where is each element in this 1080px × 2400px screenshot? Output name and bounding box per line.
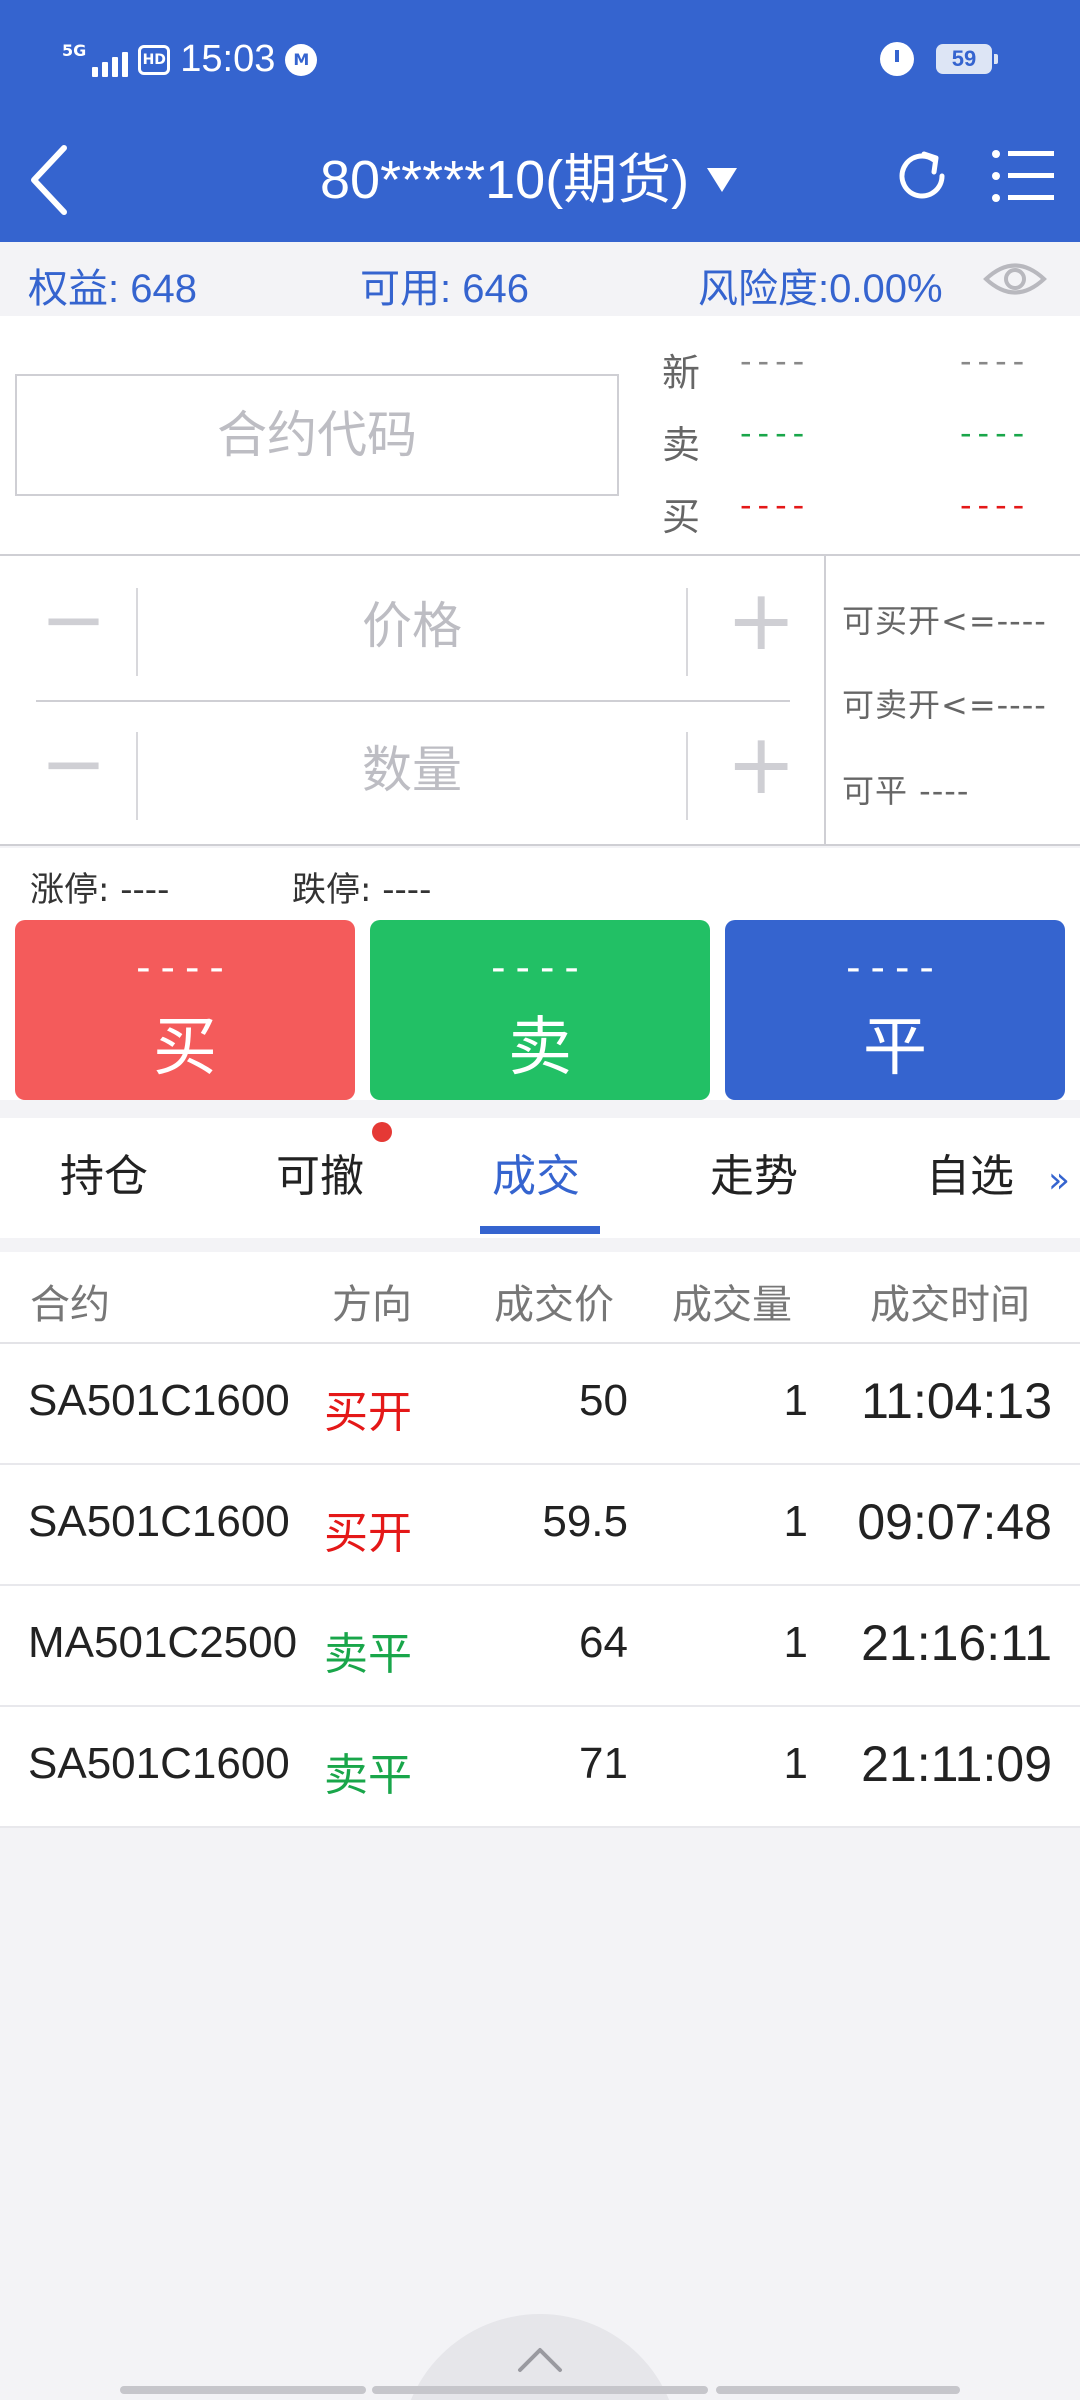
quantity-input[interactable]: 数量 bbox=[140, 720, 684, 820]
battery-icon: 59 bbox=[936, 44, 998, 74]
quote-row-ask: 卖 ---- ---- bbox=[662, 414, 1031, 467]
account-selector[interactable]: 80*****10(期货) bbox=[320, 140, 738, 220]
table-row[interactable]: SA501C1600 买开 50 1 11:04:13 bbox=[0, 1344, 1080, 1465]
trade-buttons: ---- 买 ---- 卖 ---- 平 bbox=[0, 904, 1080, 1100]
notification-dot bbox=[372, 1122, 392, 1142]
status-time: 15:03 bbox=[180, 38, 276, 80]
notification-app-icon: M bbox=[285, 43, 318, 76]
tab-positions[interactable]: 持仓 bbox=[60, 1142, 148, 1212]
header-bar: 5G HD 15:03 M 59 80*****10(期货) bbox=[0, 0, 1080, 242]
tab-trend[interactable]: 走势 bbox=[710, 1142, 798, 1212]
quote-row-bid: 买 ---- ---- bbox=[662, 486, 1031, 539]
status-bar: 5G HD 15:03 M 59 bbox=[0, 0, 1080, 120]
header-contract: 合约 bbox=[30, 1282, 110, 1328]
equity-value: 权益: 648 bbox=[28, 267, 197, 311]
price-minus-button[interactable]: − bbox=[40, 580, 107, 660]
risk-value: 风险度:0.00% bbox=[698, 267, 943, 311]
price-stepper: − 价格 + bbox=[0, 556, 824, 686]
nav-bar-segment-center[interactable] bbox=[372, 2386, 708, 2394]
active-tab-indicator bbox=[480, 1226, 600, 1234]
table-row[interactable]: SA501C1600 买开 59.5 1 09:07:48 bbox=[0, 1465, 1080, 1586]
table-row[interactable]: SA501C1600 卖平 71 1 21:11:09 bbox=[0, 1707, 1080, 1828]
header-qty: 成交量 bbox=[672, 1282, 792, 1328]
nav-bar: 80*****10(期货) bbox=[0, 130, 1080, 230]
qty-minus-button[interactable]: − bbox=[40, 724, 107, 804]
price-input[interactable]: 价格 bbox=[140, 576, 684, 676]
tab-trades[interactable]: 成交 bbox=[492, 1142, 580, 1212]
table-header: 合约 方向 成交价 成交量 成交时间 bbox=[0, 1252, 1080, 1344]
header-price: 成交价 bbox=[494, 1282, 614, 1328]
more-tabs-icon[interactable]: » bbox=[1048, 1160, 1070, 1201]
available-value: 可用: 646 bbox=[360, 267, 529, 311]
quantity-stepper: − 数量 + bbox=[0, 700, 824, 830]
contract-code-input[interactable]: 合约代码 bbox=[15, 374, 619, 496]
menu-list-icon[interactable] bbox=[990, 144, 1056, 208]
nav-bar-segment-left bbox=[120, 2386, 366, 2394]
header-time: 成交时间 bbox=[870, 1282, 1030, 1328]
account-summary-bar: 权益: 648 可用: 646 风险度:0.00% bbox=[0, 242, 1080, 316]
caret-down-icon bbox=[707, 168, 738, 192]
close-position-button[interactable]: ---- 平 bbox=[725, 920, 1065, 1100]
account-number: 80*****10(期货) bbox=[320, 150, 690, 210]
quote-panel: 合约代码 新 ---- ---- 卖 ---- ---- 买 ---- ---- bbox=[0, 316, 1080, 556]
alarm-icon bbox=[880, 42, 914, 76]
can-sell-open: 可卖开<=---- bbox=[842, 686, 1047, 724]
header-direction: 方向 bbox=[332, 1282, 412, 1328]
price-plus-button[interactable]: + bbox=[726, 578, 796, 662]
chevron-up-icon bbox=[518, 2348, 562, 2372]
signal-icon: 5G bbox=[62, 42, 129, 77]
refresh-icon[interactable] bbox=[890, 144, 954, 208]
tab-bar: 持仓 可撤 成交 走势 自选 » bbox=[0, 1118, 1080, 1238]
eye-icon[interactable] bbox=[982, 252, 1048, 306]
trades-table: 合约 方向 成交价 成交量 成交时间 SA501C1600 买开 50 1 11… bbox=[0, 1252, 1080, 1828]
nav-bar-segment-right bbox=[716, 2386, 960, 2394]
can-buy-open: 可买开<=---- bbox=[842, 602, 1047, 640]
can-close: 可平 ---- bbox=[842, 772, 970, 810]
back-arrow-icon[interactable] bbox=[22, 138, 82, 222]
buy-button[interactable]: ---- 买 bbox=[15, 920, 355, 1100]
tab-cancellable[interactable]: 可撤 bbox=[276, 1142, 364, 1212]
quote-row-last: 新 ---- ---- bbox=[662, 342, 1031, 395]
sell-button[interactable]: ---- 卖 bbox=[370, 920, 710, 1100]
order-panel: − 价格 + − 数量 + 可买开<=---- 可卖开<=---- 可平 ---… bbox=[0, 556, 1080, 846]
qty-plus-button[interactable]: + bbox=[726, 722, 796, 806]
tab-watchlist[interactable]: 自选 bbox=[926, 1142, 1014, 1212]
table-row[interactable]: MA501C2500 卖平 64 1 21:16:11 bbox=[0, 1586, 1080, 1707]
hd-icon: HD bbox=[138, 44, 171, 75]
